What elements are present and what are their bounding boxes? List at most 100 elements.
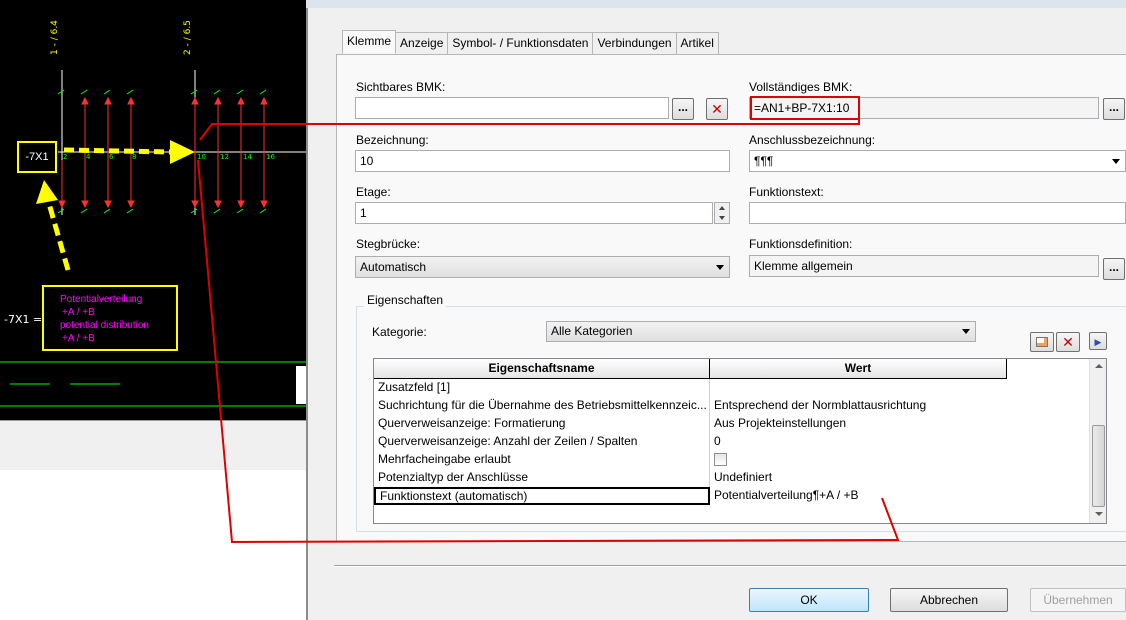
anschlussbezeichnung-value: ¶¶¶ — [754, 154, 774, 168]
funktionstext-input[interactable] — [749, 202, 1126, 224]
sichtbares-bmk-browse-button[interactable]: ... — [672, 98, 694, 120]
stegbruecke-select[interactable]: Automatisch — [355, 256, 730, 278]
chevron-down-icon — [1112, 159, 1120, 164]
property-grid[interactable]: Eigenschaftsname Wert Zusatzfeld [1] Suc… — [373, 358, 1107, 524]
property-value[interactable]: Entsprechend der Normblattausrichtung — [710, 397, 1007, 415]
property-name: Suchrichtung für die Übernahme des Betri… — [374, 397, 710, 415]
potential-distribution-box[interactable]: Potentialverteilung +A / +B potential di… — [42, 285, 178, 351]
delete-property-button[interactable]: ✕ — [1056, 332, 1080, 352]
spin-down-icon[interactable] — [719, 216, 725, 220]
clear-bmk-button[interactable]: ✕ — [706, 98, 728, 120]
terminal-number: 12 — [220, 153, 229, 161]
tab-klemme[interactable]: Klemme — [342, 30, 397, 54]
annotation-arrows — [36, 140, 195, 271]
terminal-number: 6 — [109, 153, 114, 161]
property-value[interactable]: Undefiniert — [710, 469, 1007, 487]
strip-label: -7X1 — [25, 151, 49, 163]
vollstaendiges-bmk-input[interactable]: =AN1+BP-7X1:10 — [749, 97, 1099, 119]
cad-canvas — [0, 70, 306, 407]
property-value[interactable] — [710, 451, 1007, 469]
vollstaendiges-bmk-label: Vollständiges BMK: — [749, 80, 853, 94]
terminal-number: 10 — [197, 153, 206, 161]
stegbruecke-value: Automatisch — [360, 260, 427, 274]
kategorie-value: Alle Kategorien — [551, 324, 633, 338]
property-value[interactable] — [710, 379, 1007, 397]
scroll-down-icon[interactable] — [1095, 512, 1103, 516]
ok-button[interactable]: OK — [749, 588, 869, 612]
terminal-number: 16 — [266, 153, 275, 161]
new-property-button[interactable] — [1030, 332, 1054, 352]
table-row[interactable]: Mehrfacheingabe erlaubt — [374, 451, 1007, 469]
chevron-down-icon — [716, 265, 724, 270]
strip-label-box[interactable]: -7X1 — [17, 141, 57, 173]
table-row[interactable]: Potenzialtyp der Anschlüsse Undefiniert — [374, 469, 1007, 487]
funktionsdefinition-label: Funktionsdefinition: — [749, 237, 853, 251]
cad-white-block — [296, 366, 306, 404]
property-grid-scrollbar[interactable] — [1089, 359, 1106, 523]
funktionsdefinition-browse-button[interactable]: ... — [1103, 258, 1125, 280]
close-icon: ✕ — [711, 101, 723, 117]
col-eigenschaftsname[interactable]: Eigenschaftsname — [374, 359, 710, 379]
table-row[interactable]: Funktionstext (automatisch) Potentialver… — [374, 487, 1007, 505]
property-value[interactable]: Potentialverteilung¶+A / +B — [710, 487, 1007, 505]
stegbruecke-label: Stegbrücke: — [356, 237, 421, 251]
col-wert[interactable]: Wert — [710, 359, 1007, 379]
anschlussbezeichnung-select[interactable]: ¶¶¶ — [749, 150, 1126, 172]
vollstaendiges-bmk-browse-button[interactable]: ... — [1103, 98, 1125, 120]
property-value[interactable]: Aus Projekteinstellungen — [710, 415, 1007, 433]
chevron-down-icon — [962, 329, 970, 334]
etage-spinner[interactable] — [714, 202, 730, 224]
table-row[interactable]: Zusatzfeld [1] — [374, 379, 1007, 397]
scrollbar-thumb[interactable] — [1092, 425, 1105, 507]
play-icon: ▶ — [1094, 337, 1102, 347]
cad-statusbar — [0, 420, 306, 470]
terminal-id-1: 1 - / 6.4 — [50, 20, 60, 55]
spin-up-icon[interactable] — [719, 206, 725, 210]
terminal-number: 2 — [63, 153, 68, 161]
etage-label: Etage: — [356, 185, 391, 199]
anschlussbezeichnung-label: Anschlussbezeichnung: — [749, 133, 876, 147]
terminal-number: 4 — [86, 153, 91, 161]
property-name: Mehrfacheingabe erlaubt — [374, 451, 710, 469]
tab-artikel[interactable]: Artikel — [675, 32, 719, 54]
bezeichnung-input[interactable]: 10 — [355, 150, 730, 172]
terminal-number: 8 — [132, 153, 137, 161]
cad-drawing-panel[interactable]: 1 - / 6.4 2 - / 6.5 -7X1 2 4 6 8 10 12 1… — [0, 0, 306, 620]
footer-divider — [334, 565, 1126, 567]
tab-verbindungen[interactable]: Verbindungen — [592, 32, 677, 54]
delete-icon: ✕ — [1062, 334, 1074, 350]
property-name: Querverweisanzeige: Formatierung — [374, 415, 710, 433]
funktionsdefinition-input[interactable]: Klemme allgemein — [749, 255, 1099, 277]
mehrfacheingabe-checkbox[interactable] — [714, 453, 727, 466]
kategorie-label: Kategorie: — [372, 325, 427, 339]
kategorie-select[interactable]: Alle Kategorien — [546, 321, 976, 342]
potential-line: +A / +B — [62, 307, 95, 318]
dialog-titlebar[interactable] — [306, 0, 1126, 8]
cad-bottom-area — [0, 470, 306, 620]
potential-line: Potentialverteilung — [60, 294, 143, 305]
move-right-button[interactable]: ▶ — [1089, 332, 1107, 350]
tab-anzeige[interactable]: Anzeige — [395, 32, 449, 54]
scroll-up-icon[interactable] — [1095, 364, 1103, 368]
terminal-ticks — [0, 89, 306, 407]
new-icon — [1036, 337, 1048, 347]
apply-button[interactable]: Übernehmen — [1030, 588, 1126, 612]
bezeichnung-label: Bezeichnung: — [356, 133, 429, 147]
property-name: Querverweisanzeige: Anzahl der Zeilen / … — [374, 433, 710, 451]
etage-input[interactable]: 1 — [355, 202, 713, 224]
property-value[interactable]: 0 — [710, 433, 1007, 451]
potential-line: +A / +B — [62, 333, 95, 344]
terminal-number: 14 — [243, 153, 252, 161]
terminal-id-2: 2 - / 6.5 — [183, 20, 193, 55]
funktionstext-label: Funktionstext: — [749, 185, 824, 199]
property-name: Potenzialtyp der Anschlüsse — [374, 469, 710, 487]
potential-prefix: -7X1 = — [4, 313, 43, 326]
potential-line: potential distribution — [60, 320, 149, 331]
table-row[interactable]: Querverweisanzeige: Formatierung Aus Pro… — [374, 415, 1007, 433]
table-row[interactable]: Querverweisanzeige: Anzahl der Zeilen / … — [374, 433, 1007, 451]
sichtbares-bmk-input[interactable] — [355, 97, 669, 119]
sichtbares-bmk-label: Sichtbares BMK: — [356, 80, 446, 94]
table-row[interactable]: Suchrichtung für die Übernahme des Betri… — [374, 397, 1007, 415]
tab-symbol-funktionsdaten[interactable]: Symbol- / Funktionsdaten — [447, 32, 594, 54]
cancel-button[interactable]: Abbrechen — [890, 588, 1008, 612]
